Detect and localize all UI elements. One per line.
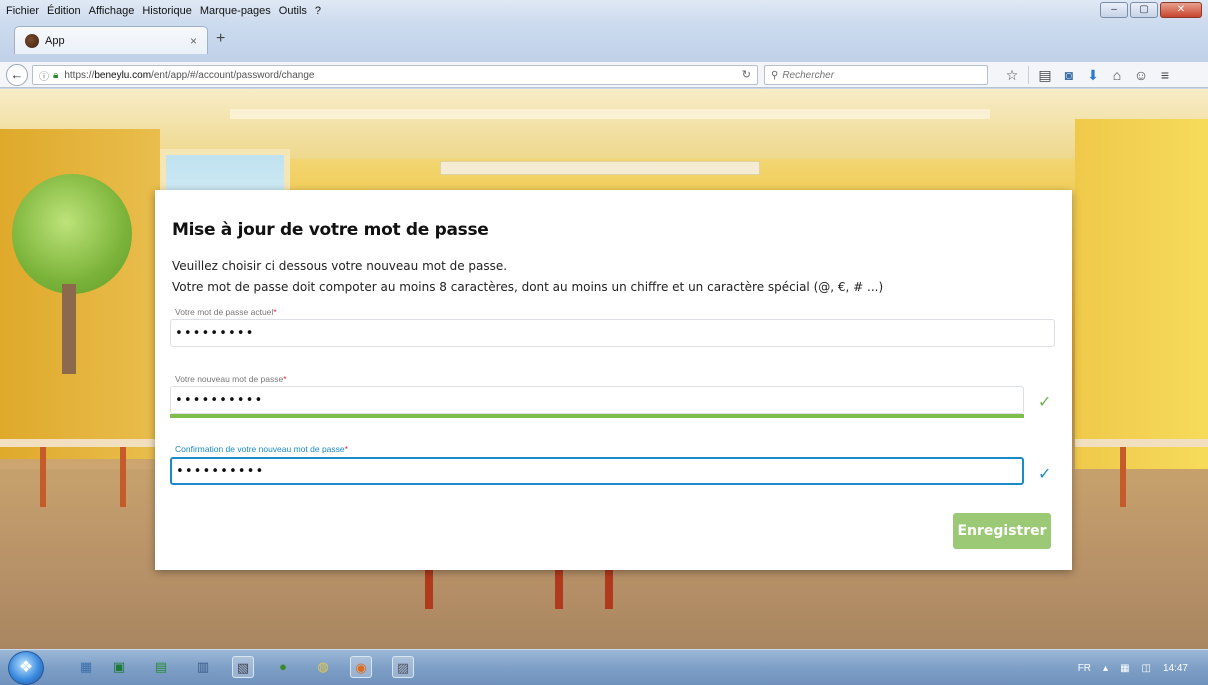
home-icon[interactable]: ⌂: [1105, 66, 1129, 84]
tree-illustration: [12, 174, 132, 294]
save-button[interactable]: Enregistrer: [953, 513, 1051, 549]
media-icon[interactable]: ◍: [312, 656, 334, 678]
minimize-button[interactable]: –: [1100, 2, 1128, 18]
url-text: https://beneylu.com/ent/app/#/account/pa…: [64, 69, 315, 81]
window-controls: – ▢ ✕: [1100, 2, 1202, 18]
search-input[interactable]: [782, 69, 963, 81]
reading-list-icon[interactable]: ▤: [1033, 66, 1057, 84]
table-leg: [120, 447, 126, 507]
new-password-label: Votre nouveau mot de passe*: [175, 374, 287, 384]
current-password-field[interactable]: [170, 319, 1055, 347]
beneylu-favicon-icon: [25, 33, 39, 48]
chat-icon[interactable]: ☺: [1129, 66, 1153, 84]
close-window-button[interactable]: ✕: [1160, 2, 1202, 18]
tab-app[interactable]: App ×: [14, 26, 208, 54]
bookmark-star-icon[interactable]: ☆: [1000, 66, 1024, 84]
menu-help[interactable]: ?: [315, 5, 321, 17]
back-arrow-icon: ←: [10, 67, 24, 82]
menu-edition[interactable]: Édition: [47, 5, 81, 17]
password-strength-bar: [170, 414, 1024, 418]
confirm-password-field[interactable]: [170, 457, 1024, 485]
green-app-icon[interactable]: ●: [272, 656, 294, 678]
hamburger-menu-icon[interactable]: ≡: [1153, 66, 1177, 84]
tree-trunk: [62, 284, 76, 374]
search-icon: ⚲: [771, 69, 779, 81]
download-icon[interactable]: ⬇: [1081, 66, 1105, 84]
left-table: [0, 439, 160, 447]
right-table: [1075, 439, 1208, 447]
windows-taskbar: ❖ ▦ ▣ ▤ ▥ ▧ ● ◍ ◉ ▨ FR ▴ ▦ ◫ 14:47: [0, 649, 1208, 685]
pdf-app-icon[interactable]: ▨: [392, 656, 414, 678]
back-button[interactable]: ←: [6, 64, 28, 86]
confirm-password-label: Confirmation de votre nouveau mot de pas…: [175, 444, 348, 454]
reload-icon[interactable]: ↻: [742, 68, 751, 81]
network-icon[interactable]: ▦: [1120, 663, 1129, 674]
new-tab-button[interactable]: +: [216, 30, 225, 48]
menu-historique[interactable]: Historique: [142, 5, 192, 17]
menu-affichage[interactable]: Affichage: [89, 5, 135, 17]
required-marker: *: [273, 307, 277, 317]
password-rules-text: Votre mot de passe doit compoter au moin…: [172, 280, 884, 294]
start-button[interactable]: ❖: [8, 651, 44, 685]
toolbar-separator: [1028, 66, 1029, 84]
menu-marque-pages[interactable]: Marque-pages: [200, 5, 271, 17]
current-password-label: Votre mot de passe actuel*: [175, 307, 277, 317]
show-hidden-icons-icon[interactable]: ▴: [1103, 663, 1108, 674]
url-bar[interactable]: ⓘ 🔒︎ https://beneylu.com/ent/app/#/accou…: [32, 65, 758, 85]
dialog-title: Mise à jour de votre mot de passe: [172, 220, 489, 240]
new-password-valid-check-icon: ✓: [1038, 394, 1052, 411]
menu-bar: Fichier Édition Affichage Historique Mar…: [0, 0, 1208, 22]
windows-logo-icon: ❖: [18, 659, 34, 676]
required-marker: *: [344, 444, 348, 454]
tab-close-icon[interactable]: ×: [190, 34, 197, 48]
ceiling-beam: [230, 109, 990, 119]
alphabet-banner: [440, 161, 760, 175]
spreadsheet-icon[interactable]: ▤: [150, 656, 172, 678]
lock-icon[interactable]: 🔒︎: [53, 70, 58, 81]
file-explorer-icon[interactable]: ▦: [75, 656, 97, 678]
intro-text: Veuillez choisir ci dessous votre nouvea…: [172, 259, 508, 273]
menu-fichier[interactable]: Fichier: [6, 5, 39, 17]
tab-title: App: [45, 34, 65, 47]
navigation-bar: ← ⓘ 🔒︎ https://beneylu.com/ent/app/#/acc…: [0, 62, 1208, 88]
system-tray: FR ▴ ▦ ◫ 14:47: [1018, 650, 1208, 685]
required-marker: *: [283, 374, 287, 384]
firefox-icon[interactable]: ◉: [350, 656, 372, 678]
tab-bar: App × +: [0, 22, 1208, 62]
clock[interactable]: 14:47: [1163, 663, 1188, 674]
new-password-field[interactable]: [170, 386, 1024, 414]
search-bar[interactable]: ⚲: [764, 65, 988, 85]
document-icon[interactable]: ▥: [192, 656, 214, 678]
maximize-button[interactable]: ▢: [1130, 2, 1158, 18]
right-wall: [1075, 119, 1208, 479]
app-window-icon[interactable]: ▧: [232, 656, 254, 678]
excel-icon[interactable]: ▣: [108, 656, 130, 678]
language-indicator[interactable]: FR: [1078, 663, 1091, 674]
table-leg: [1120, 447, 1126, 507]
table-leg: [40, 447, 46, 507]
info-icon[interactable]: ⓘ: [39, 68, 49, 83]
menu-outils[interactable]: Outils: [279, 5, 307, 17]
pocket-icon[interactable]: ◙: [1057, 66, 1081, 84]
confirm-password-valid-check-icon: ✓: [1038, 466, 1052, 483]
password-change-dialog: Mise à jour de votre mot de passe Veuill…: [155, 190, 1072, 570]
toolbar-icons: ☆ ▤ ◙ ⬇ ⌂ ☺ ≡: [1000, 66, 1177, 84]
volume-icon[interactable]: ◫: [1142, 663, 1151, 674]
